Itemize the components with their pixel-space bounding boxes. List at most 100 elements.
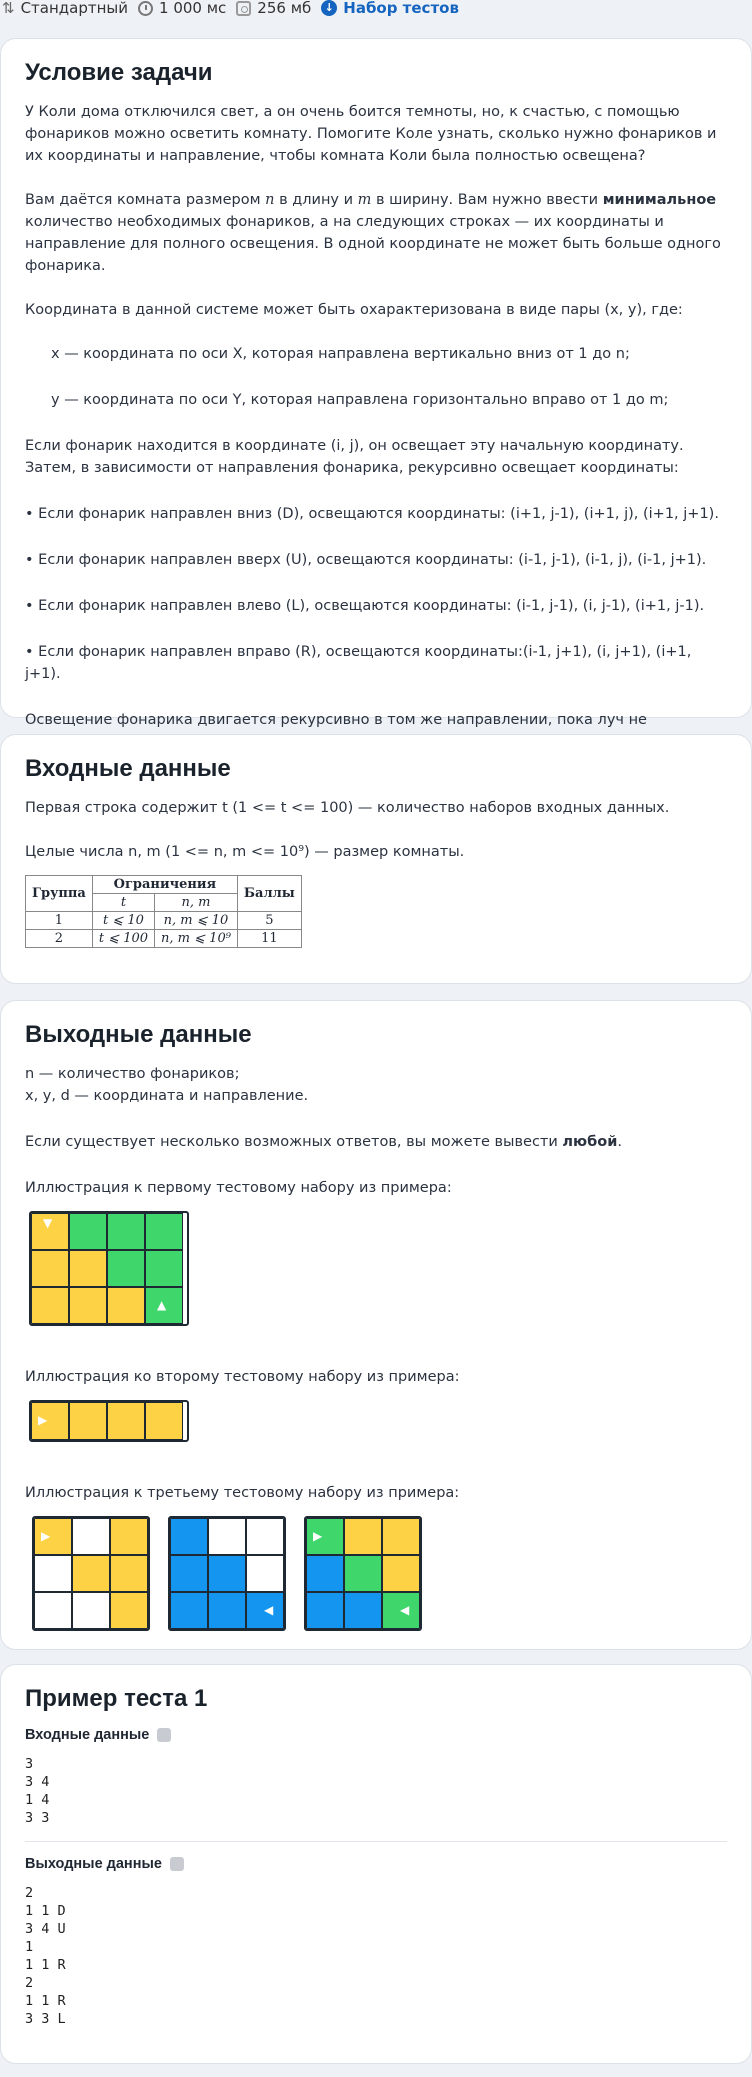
example-card: Пример теста 1 Входные данные 3 3 4 1 4 … [0,1664,752,2064]
grid-cell [72,1592,110,1629]
copy-icon[interactable] [169,1857,184,1871]
grid-cell [72,1518,110,1555]
grid-cell [69,1250,107,1287]
input-card: Входные данные Первая строка содержит t … [0,734,752,984]
bullet-right: • Если фонарик направлен вправо (R), осв… [25,644,692,682]
grid-cell [170,1555,208,1592]
statement-title: Условие задачи [25,59,213,86]
bullet-down: • Если фонарик направлен вниз (D), освещ… [25,506,719,522]
illustration-2-caption: Иллюстрация ко второму тестовому набору … [25,1369,460,1385]
statement-x-line: x — координата по оси X, которая направл… [51,346,630,362]
th-points: Баллы [236,875,302,912]
divider [25,1841,727,1842]
example-output-label: Выходные данные [25,1856,162,1872]
grid-cell [344,1555,382,1592]
grid-cell [110,1518,148,1555]
sort-icon: ⇅ [2,0,15,17]
grid-cell [170,1518,208,1555]
example-output-label-row: Выходные данные [25,1856,727,1872]
grid-cell [246,1555,284,1592]
tests-link[interactable]: ↓ Набор тестов [321,0,459,17]
p2-a: Вам даётся комната размером [25,192,266,208]
input-p2: Целые числа n, m (1 <= n, m <= 10⁹) — ра… [25,844,465,860]
memory-item: 256 мб [236,0,311,17]
clock-icon [138,0,154,16]
grid-cell [110,1555,148,1592]
cell-group: 2 [25,929,93,948]
grid-cell [382,1555,420,1592]
illustration-3b-grid: ◀ [168,1516,286,1631]
th-group: Группа [25,875,93,912]
output-l2: x, y, d — координата и направление. [25,1088,309,1104]
grid-cell: ◀ [246,1592,284,1629]
output-p-end: . [617,1134,622,1150]
time-item: 1 000 мс [138,0,226,17]
grid-cell [69,1402,107,1440]
th-nm: n, m [154,893,238,912]
copy-icon[interactable] [157,1728,172,1742]
output-title: Выходные данные [25,1021,252,1048]
statement-card: Условие задачи У Коли дома отключился св… [0,38,752,750]
illustration-1-caption: Иллюстрация к первому тестовому набору и… [25,1180,452,1196]
illustration-3c-grid: ▶ ◀ [304,1516,422,1631]
example-output: 2 1 1 D 3 4 U 1 1 1 R 2 1 1 R 3 3 L [25,1885,66,2027]
cell-points: 5 [236,911,302,930]
grid-cell: ▼ [31,1213,69,1250]
example-input-label: Входные данные [25,1727,150,1743]
grid-cell [344,1592,382,1629]
grid-cell [208,1592,246,1629]
example-input: 3 3 4 1 4 3 3 [25,1756,50,1826]
bullet-left: • Если фонарик направлен влево (L), осве… [25,598,705,614]
grid-cell [145,1250,183,1287]
grid-cell: ◀ [382,1592,420,1629]
time-limit: 1 000 мс [159,0,227,17]
grid-cell [110,1592,148,1629]
grid-cell [107,1287,145,1324]
cell-t: t ⩽ 10 [91,911,156,930]
th-t: t [91,893,156,912]
grid-cell [382,1518,420,1555]
input-p1: Первая строка содержит t (1 <= t <= 100)… [25,800,670,816]
grid-cell: ▶ [31,1402,69,1440]
flashlight-down-icon: ▼ [43,1216,53,1230]
statement-p3: Координата в данной системе может быть о… [25,302,683,318]
grid-cell [107,1250,145,1287]
illustration-3a-grid: ▶ [32,1516,150,1631]
grid-cell [208,1518,246,1555]
mode-item: ⇅ Стандартный [2,0,128,17]
output-p-a: Если существует несколько возможных отве… [25,1134,563,1150]
cell-nm: n, m ⩽ 10 [154,911,238,930]
illustration-1-grid: ▼ ▲ [29,1211,189,1326]
p2-m: m [357,192,372,208]
p2-bold: минимальное [602,192,717,208]
p2-b: в длину и [274,192,358,208]
grid-cell: ▶ [34,1518,72,1555]
output-p-bold: любой [562,1134,618,1150]
illustration-2-grid: ▶ [29,1400,189,1442]
illustration-3-grids: ▶ ◀ ▶ ◀ [32,1516,727,1631]
statement-y-line: y — координата по оси Y, которая направл… [51,392,669,408]
grid-cell [34,1592,72,1629]
grid-cell [72,1555,110,1592]
download-icon: ↓ [321,0,338,16]
grid-cell [107,1213,145,1250]
statement-p4: Если фонарик находится в координате (i, … [25,438,684,476]
grid-cell [31,1287,69,1324]
p2-c: в ширину. Вам нужно ввести [371,192,603,208]
memory-limit: 256 мб [257,0,312,17]
cell-t: t ⩽ 100 [91,929,156,948]
th-limits: Ограничения [91,875,238,894]
table-row: 1 t ⩽ 10 n, m ⩽ 10 5 [25,911,302,930]
cell-points: 11 [236,929,302,948]
input-title: Входные данные [25,755,231,782]
topbar: ⇅ Стандартный 1 000 мс 256 мб ↓ Набор тест… [0,0,752,19]
example-title: Пример теста 1 [25,1685,208,1712]
grid-cell [344,1518,382,1555]
grid-cell [107,1402,145,1440]
output-l1: n — количество фонариков; [25,1066,240,1082]
illustration-3-caption: Иллюстрация к третьему тестовому набору … [25,1485,460,1501]
output-card: Выходные данные n — количество фонариков… [0,1000,752,1650]
flashlight-right-icon: ▶ [313,1529,323,1543]
bullet-up: • Если фонарик направлен вверх (U), осве… [25,552,707,568]
grid-cell [306,1592,344,1629]
